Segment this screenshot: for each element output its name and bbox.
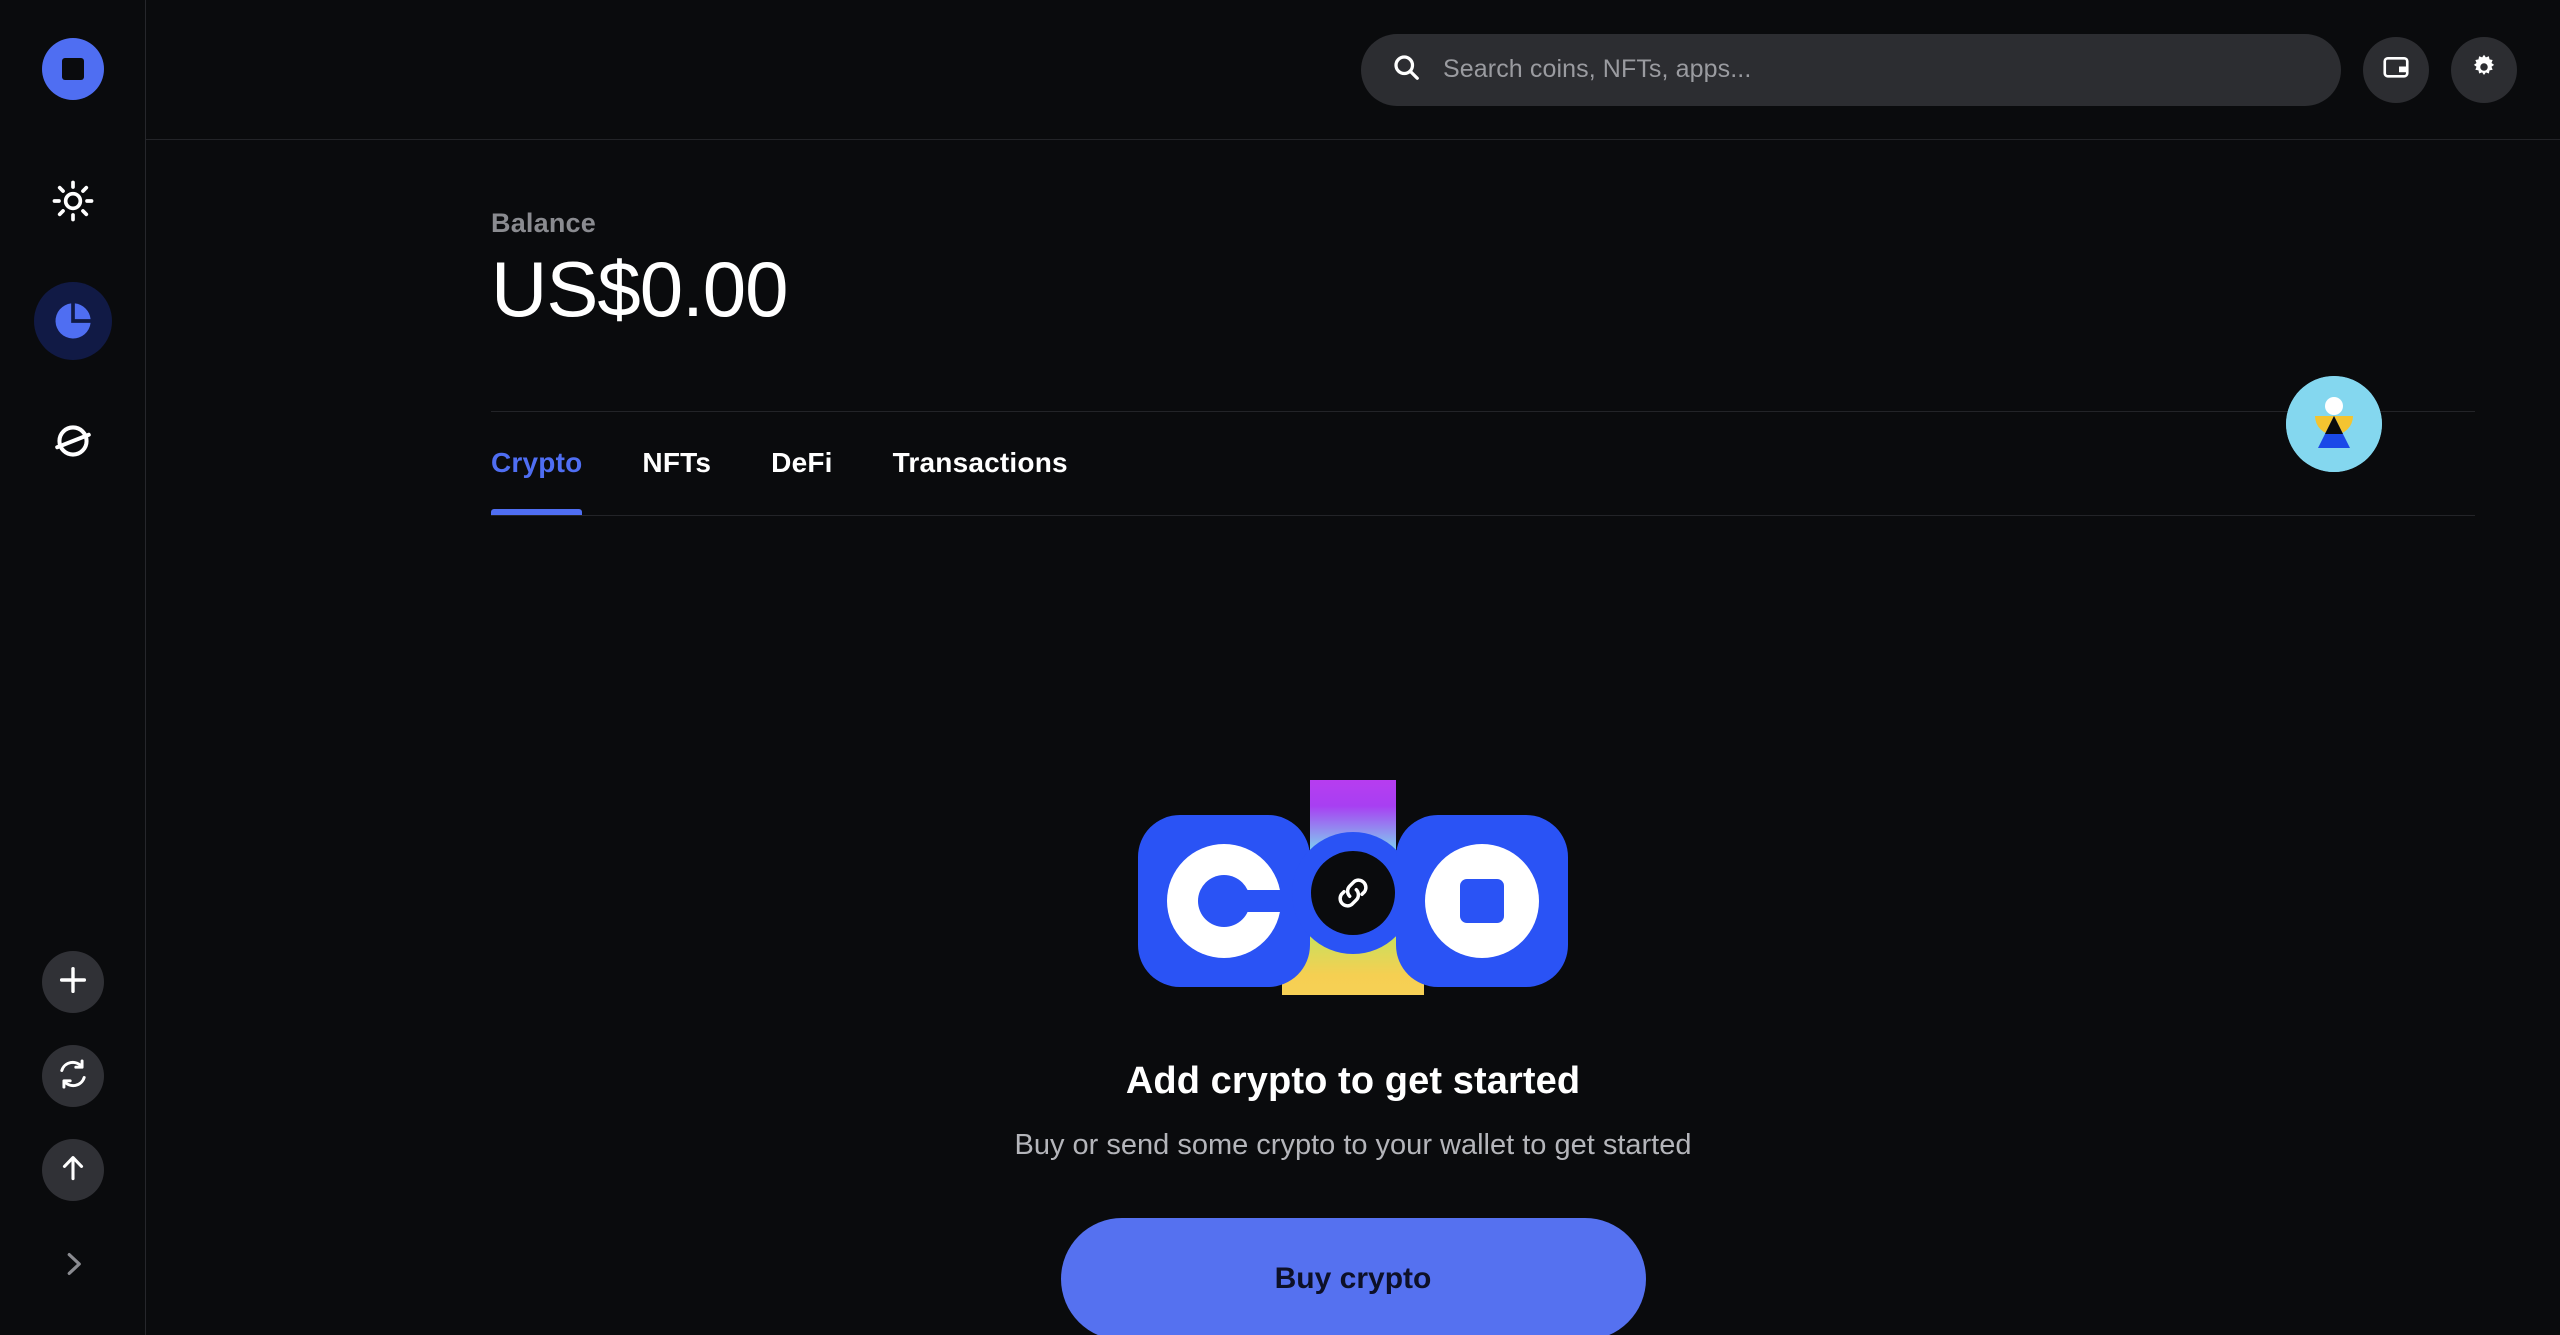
plus-icon (56, 963, 90, 1002)
tab-nfts-label: NFTs (642, 447, 712, 479)
empty-state-illustration (1138, 780, 1568, 995)
tab-crypto[interactable]: Crypto (491, 412, 583, 515)
tab-transactions-label: Transactions (892, 447, 1068, 479)
tabs-container: Crypto NFTs DeFi Transactions (491, 410, 2475, 516)
arrow-up-icon (57, 1152, 89, 1189)
sidebar-buy-button[interactable] (41, 951, 104, 1013)
tab-defi[interactable]: DeFi (771, 412, 832, 515)
logo-square-cutout (61, 58, 84, 80)
coinbase-c-logo-icon (1138, 815, 1310, 987)
balance-label: Balance (491, 208, 596, 238)
search-icon (1391, 52, 1421, 87)
sidebar-expand-button[interactable] (42, 1243, 104, 1289)
tab-defi-label: DeFi (771, 447, 833, 479)
empty-state: Add crypto to get started Buy or send so… (146, 780, 2560, 1335)
settings-button[interactable] (2451, 36, 2517, 103)
avatar-artwork (2286, 376, 2382, 472)
tab-transactions[interactable]: Transactions (893, 412, 1068, 515)
tab-crypto-label: Crypto (491, 447, 583, 479)
wallet-icon (2381, 52, 2411, 87)
sidebar-item-explore[interactable] (34, 402, 112, 480)
globe-icon (51, 419, 95, 463)
search-bar[interactable]: Search coins, NFTs, apps... (1361, 33, 2341, 106)
sidebar-nav-bottom (0, 951, 145, 1289)
coinbase-wallet-logo-icon (41, 38, 104, 100)
content-area: Balance US$0.00 Crypto NFTs DeFi Transac… (146, 140, 2560, 1335)
tabs: Crypto NFTs DeFi Transactions (491, 412, 1068, 515)
search-input[interactable]: Search coins, NFTs, apps... (1443, 55, 1751, 84)
wallet-button[interactable] (2363, 36, 2429, 103)
sidebar-item-assets[interactable] (33, 282, 112, 360)
brand-logo[interactable] (41, 38, 104, 100)
sidebar-item-brightness[interactable] (34, 162, 112, 240)
profile-avatar[interactable] (2286, 376, 2382, 472)
gear-icon (2469, 52, 2499, 87)
c-logo-glyph (1167, 844, 1283, 958)
refresh-swap-icon (57, 1058, 89, 1095)
buy-crypto-button[interactable]: Buy crypto (1060, 1218, 1646, 1335)
sun-icon (52, 180, 94, 222)
coinbase-wallet-square-logo-icon (1396, 815, 1568, 987)
sidebar-send-button[interactable] (41, 1139, 104, 1201)
wallet-square-glyph (1425, 844, 1539, 958)
top-header: Search coins, NFTs, apps... (146, 0, 2560, 140)
pie-chart-icon (51, 299, 95, 343)
balance-value: US$0.00 (491, 245, 789, 333)
app-root: Search coins, NFTs, apps... Balance US$0… (0, 0, 2560, 1335)
empty-state-subtitle: Buy or send some crypto to your wallet t… (1014, 1129, 1692, 1161)
chevron-right-icon (58, 1249, 88, 1284)
sidebar (0, 0, 146, 1335)
empty-state-title: Add crypto to get started (1125, 1060, 1581, 1102)
sidebar-swap-button[interactable] (41, 1045, 104, 1107)
link-icon (1311, 851, 1395, 935)
tab-nfts[interactable]: NFTs (642, 412, 711, 515)
main-area: Search coins, NFTs, apps... Balance US$0… (146, 0, 2560, 1335)
sidebar-nav-top (33, 162, 112, 480)
